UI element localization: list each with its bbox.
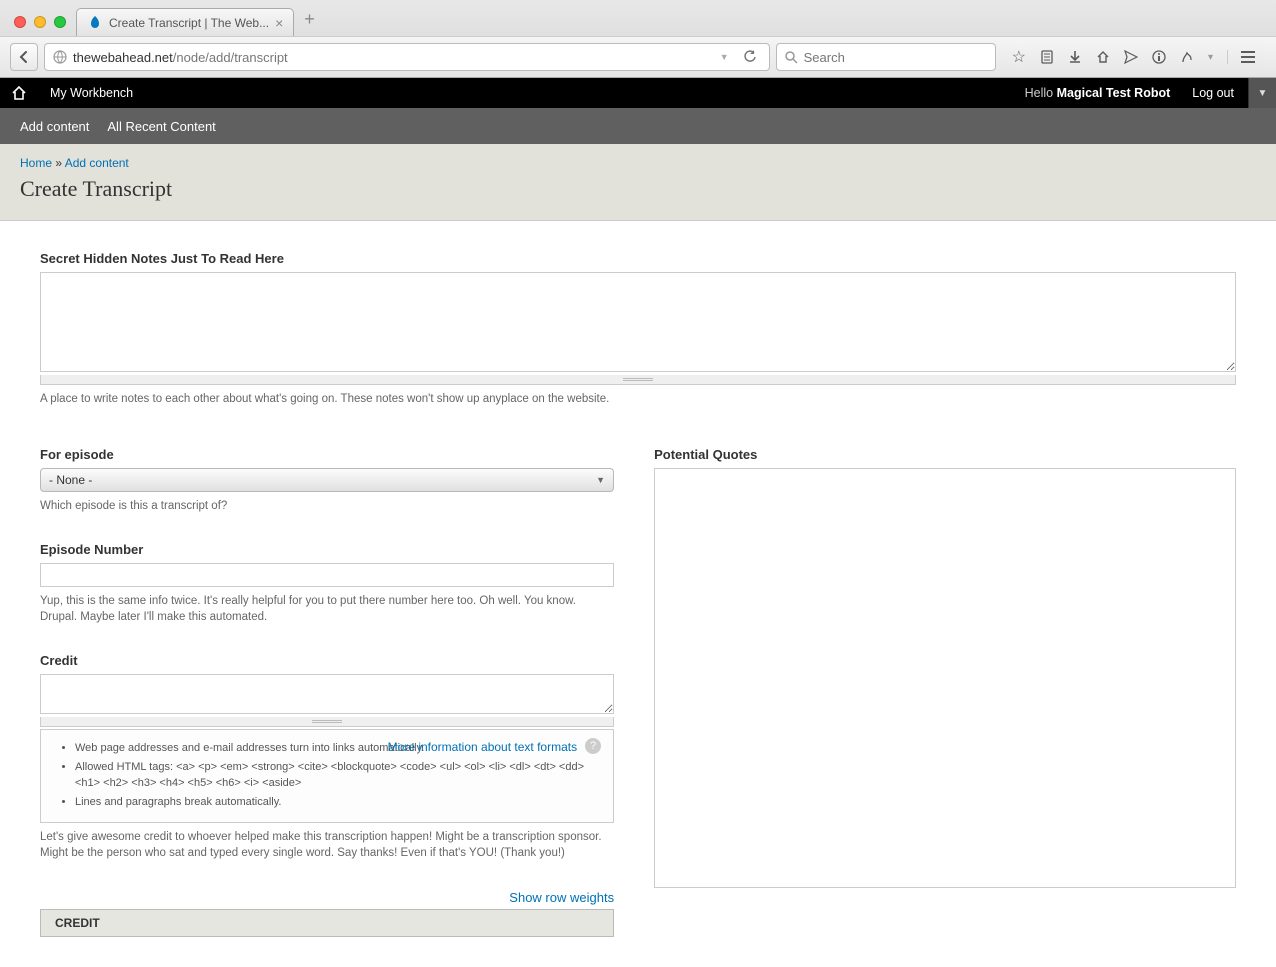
- secret-notes-field: Secret Hidden Notes Just To Read Here A …: [40, 251, 1236, 407]
- search-input[interactable]: [804, 50, 987, 65]
- send-icon[interactable]: [1124, 50, 1138, 64]
- menu-icon[interactable]: [1227, 50, 1256, 64]
- secret-notes-textarea[interactable]: [40, 272, 1236, 372]
- home-icon[interactable]: [1096, 50, 1110, 64]
- logout-link[interactable]: Log out: [1178, 86, 1248, 100]
- reader-icon[interactable]: [1040, 50, 1054, 64]
- episode-number-input[interactable]: [40, 563, 614, 587]
- close-window-button[interactable]: [14, 16, 26, 28]
- for-episode-field: For episode - None - ▼ Which episode is …: [40, 447, 614, 514]
- content: Secret Hidden Notes Just To Read Here A …: [0, 221, 1276, 967]
- breadcrumb-home[interactable]: Home: [20, 156, 52, 170]
- all-recent-content-link[interactable]: All Recent Content: [107, 119, 215, 134]
- credit-help: Let's give awesome credit to whoever hel…: [40, 829, 614, 861]
- bookmark-star-icon[interactable]: ☆: [1012, 47, 1026, 67]
- potential-quotes-label: Potential Quotes: [654, 447, 1236, 462]
- format-tip: Lines and paragraphs break automatically…: [75, 794, 597, 811]
- admin-home-icon[interactable]: [0, 78, 38, 108]
- episode-number-field: Episode Number Yup, this is the same inf…: [40, 542, 614, 625]
- breadcrumb: Home » Add content: [20, 156, 1256, 170]
- admin-subbar: Add content All Recent Content: [0, 108, 1276, 144]
- potential-quotes-field: Potential Quotes: [654, 447, 1236, 891]
- credit-label: Credit: [40, 653, 614, 668]
- breadcrumb-add-content[interactable]: Add content: [65, 156, 129, 170]
- more-info-link[interactable]: More information about text formats: [388, 740, 577, 754]
- address-bar[interactable]: thewebahead.net/node/add/transcript ▼: [44, 43, 770, 71]
- extension-icon[interactable]: [1180, 50, 1194, 64]
- browser-toolbar: thewebahead.net/node/add/transcript ▼ ☆ …: [0, 36, 1276, 77]
- page-title: Create Transcript: [20, 176, 1256, 202]
- add-content-link[interactable]: Add content: [20, 119, 89, 134]
- url-text: thewebahead.net/node/add/transcript: [73, 50, 714, 65]
- textarea-resize-handle[interactable]: [40, 375, 1236, 385]
- for-episode-help: Which episode is this a transcript of?: [40, 498, 614, 514]
- url-dropdown-icon[interactable]: ▼: [720, 52, 733, 62]
- search-bar[interactable]: [776, 43, 996, 71]
- browser-tab[interactable]: Create Transcript | The Web... ×: [76, 8, 294, 36]
- text-format-box: More information about text formats ? We…: [40, 729, 614, 823]
- format-tip: Allowed HTML tags: <a> <p> <em> <strong>…: [75, 759, 597, 792]
- credit-table-header: CREDIT: [40, 909, 614, 937]
- zoom-window-button[interactable]: [54, 16, 66, 28]
- tab-bar: Create Transcript | The Web... × +: [0, 0, 1276, 36]
- header-region: Home » Add content Create Transcript: [0, 144, 1276, 221]
- toolbar-toggle-icon[interactable]: ▼: [1248, 78, 1276, 108]
- drupal-favicon: [87, 15, 103, 31]
- toolbar-icons: ☆ ▾: [1002, 47, 1266, 67]
- info-icon[interactable]: [1152, 50, 1166, 64]
- for-episode-value: - None -: [49, 473, 92, 487]
- new-tab-button[interactable]: +: [304, 9, 315, 30]
- chevron-down-icon: ▼: [596, 475, 605, 485]
- window-controls: [14, 16, 66, 28]
- tab-title: Create Transcript | The Web...: [109, 16, 269, 30]
- credit-table-section: Show row weights CREDIT: [40, 890, 614, 937]
- secret-notes-label: Secret Hidden Notes Just To Read Here: [40, 251, 1236, 266]
- search-icon: [785, 51, 798, 64]
- for-episode-label: For episode: [40, 447, 614, 462]
- episode-number-label: Episode Number: [40, 542, 614, 557]
- downloads-icon[interactable]: [1068, 50, 1082, 64]
- my-workbench-link[interactable]: My Workbench: [38, 78, 145, 108]
- potential-quotes-textarea[interactable]: [654, 468, 1236, 888]
- credit-field: Credit More information about text forma…: [40, 653, 614, 861]
- secret-notes-help: A place to write notes to each other abo…: [40, 391, 1236, 407]
- for-episode-select[interactable]: - None - ▼: [40, 468, 614, 492]
- globe-icon: [53, 50, 67, 64]
- reload-icon[interactable]: [739, 50, 761, 64]
- hello-user: Hello Magical Test Robot: [1017, 86, 1179, 100]
- textarea-resize-handle[interactable]: [40, 717, 614, 727]
- minimize-window-button[interactable]: [34, 16, 46, 28]
- episode-number-help: Yup, this is the same info twice. It's r…: [40, 593, 614, 625]
- chevron-down-icon[interactable]: ▾: [1208, 52, 1213, 63]
- help-icon[interactable]: ?: [585, 738, 601, 754]
- back-button[interactable]: [10, 43, 38, 71]
- browser-chrome: Create Transcript | The Web... × + thewe…: [0, 0, 1276, 78]
- credit-textarea[interactable]: [40, 674, 614, 714]
- show-row-weights-link[interactable]: Show row weights: [40, 890, 614, 905]
- admin-toolbar: My Workbench Hello Magical Test Robot Lo…: [0, 78, 1276, 108]
- tab-close-icon[interactable]: ×: [275, 15, 283, 31]
